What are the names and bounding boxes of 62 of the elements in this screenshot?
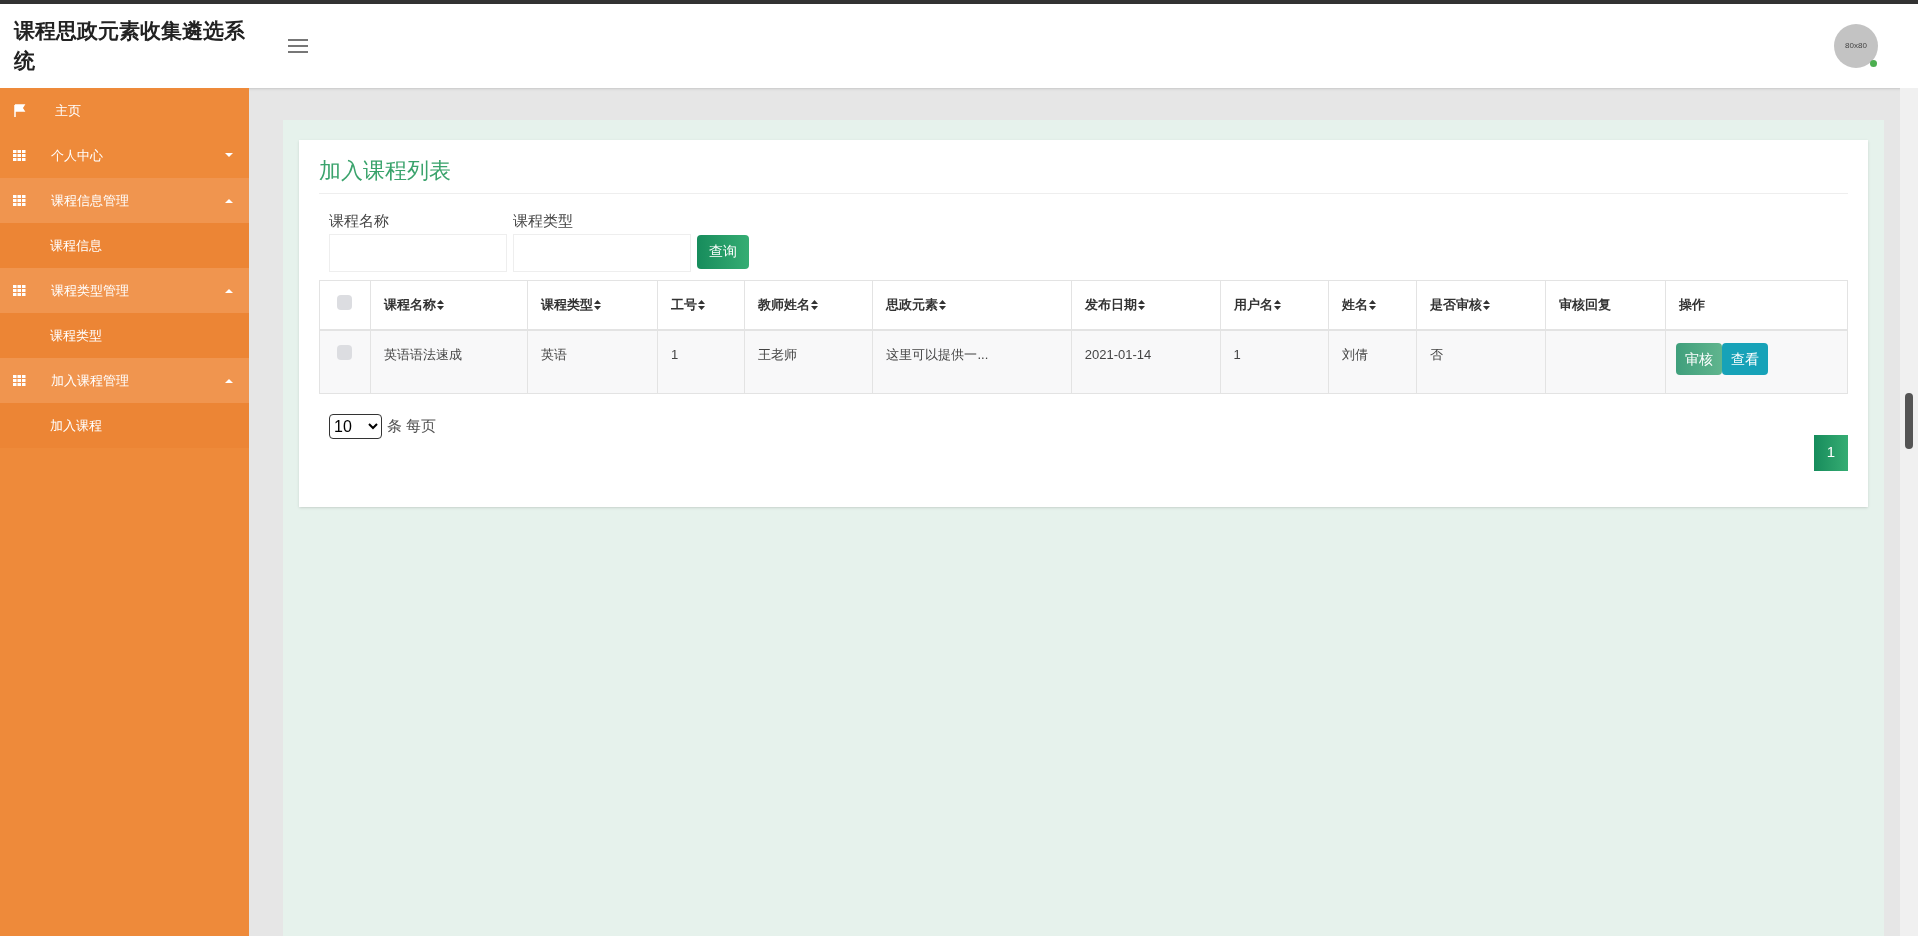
table-cell: 刘倩 [1341, 347, 1368, 362]
page-size-label: 条 每页 [387, 415, 437, 436]
grid-icon [13, 375, 26, 386]
column-header[interactable]: 用户名 [1233, 295, 1281, 315]
table-cell: 王老师 [758, 347, 797, 362]
column-header[interactable]: 课程名称 [383, 295, 444, 315]
sort-icon [811, 299, 818, 310]
system-title: 课程思政元素收集遴选系统 [14, 18, 246, 74]
sidebar-subitem[interactable]: 课程信息 [0, 223, 249, 268]
sidebar-item[interactable]: 主页 [0, 88, 249, 133]
sort-icon [939, 299, 947, 310]
column-header: 审核回复 [1559, 296, 1612, 314]
sort-icon [594, 299, 602, 310]
sidebar-subitem[interactable]: 加入课程 [0, 403, 249, 448]
view-button[interactable]: 查看 [1721, 343, 1768, 375]
review-button[interactable]: 审核 [1675, 343, 1722, 375]
caret-up-icon [225, 378, 233, 383]
column-header[interactable]: 工号 [670, 295, 705, 315]
table-cell: 英语 [541, 347, 568, 362]
sort-icon [1368, 299, 1376, 310]
search-button[interactable]: 查询 [697, 234, 749, 269]
checkbox[interactable] [337, 345, 353, 360]
grid-icon [13, 195, 26, 206]
column-header[interactable]: 姓名 [1341, 295, 1376, 315]
sort-icon [1137, 299, 1145, 310]
column-header[interactable]: 思政元素 [886, 295, 947, 315]
sidebar-subitem[interactable]: 课程类型 [0, 313, 249, 358]
scrollbar-thumb[interactable] [1905, 393, 1913, 449]
avatar[interactable]: 80x80 [1834, 24, 1878, 68]
flag-icon [13, 103, 27, 118]
column-header[interactable]: 是否审核 [1429, 295, 1490, 315]
page-button[interactable]: 1 [1814, 434, 1848, 471]
column-header: 操作 [1678, 296, 1705, 314]
sort-icon [436, 299, 444, 310]
column-header[interactable]: 课程类型 [541, 295, 602, 315]
column-header[interactable]: 教师姓名 [758, 295, 818, 315]
caret-down-icon [225, 153, 233, 158]
avatar-text: 80x80 [1845, 40, 1867, 52]
sidebar-item[interactable]: 课程信息管理 [0, 178, 249, 223]
sidebar-item[interactable]: 加入课程管理 [0, 358, 249, 403]
sort-icon [1273, 299, 1281, 310]
grid-icon [13, 150, 26, 161]
table-cell: 否 [1429, 347, 1443, 362]
sidebar-item[interactable]: 课程类型管理 [0, 268, 249, 313]
caret-up-icon [225, 288, 233, 293]
sidebar-item[interactable]: 个人中心 [0, 133, 249, 178]
caret-up-icon [225, 198, 233, 203]
checkbox[interactable] [337, 294, 353, 310]
grid-icon [13, 285, 26, 296]
table-cell: 1 [670, 347, 679, 362]
table-cell: 2021-01-14 [1084, 347, 1152, 362]
table-cell: 英语语法速成 [383, 347, 462, 362]
page-title: 加入课程列表 [319, 154, 1848, 194]
field-label: 课程名称 [329, 211, 390, 231]
menu-icon[interactable] [288, 38, 308, 54]
table-cell: 1 [1233, 347, 1241, 362]
field-label: 课程类型 [513, 211, 574, 231]
sort-icon [697, 299, 705, 310]
table-cell: 这里可以提供一... [886, 347, 989, 362]
column-header[interactable]: 发布日期 [1084, 295, 1145, 315]
page-size-select[interactable]: 10 [329, 413, 382, 439]
sort-icon [1482, 299, 1490, 310]
